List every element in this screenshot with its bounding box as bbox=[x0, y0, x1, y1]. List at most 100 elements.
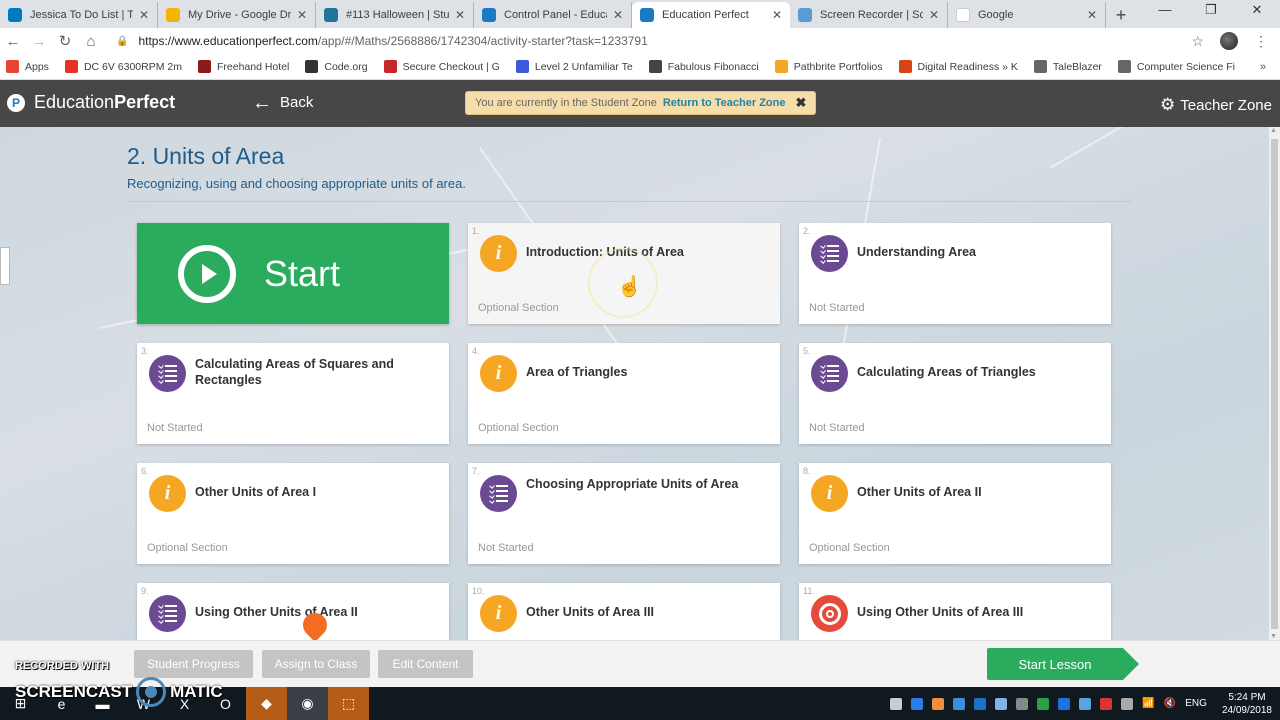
tray-icon[interactable] bbox=[1079, 697, 1092, 710]
volume-muted-icon[interactable]: 🔇 bbox=[1164, 698, 1176, 709]
bookmark-item[interactable]: Digital Readiness » K bbox=[898, 60, 1018, 73]
close-tab-icon[interactable]: ✕ bbox=[1087, 8, 1097, 22]
app-header: P Education Perfect ← Back You are curren… bbox=[0, 80, 1280, 127]
section-number: 11. bbox=[803, 586, 815, 596]
edit-content-button[interactable]: Edit Content bbox=[378, 650, 473, 678]
start-button[interactable]: Start bbox=[137, 223, 449, 324]
dropbox-icon[interactable] bbox=[953, 697, 966, 710]
section-card[interactable]: 4. i Area of Triangles Optional Section bbox=[468, 343, 780, 444]
chrome-icon[interactable]: ◉ bbox=[287, 687, 328, 720]
close-tab-icon[interactable]: ✕ bbox=[772, 8, 782, 22]
section-number: 5. bbox=[803, 346, 811, 356]
section-title: Other Units of Area I bbox=[195, 485, 317, 499]
reload-icon[interactable]: ↻ bbox=[52, 32, 78, 50]
section-number: 7. bbox=[472, 466, 480, 476]
minimize-button[interactable]: — bbox=[1142, 0, 1188, 22]
section-card[interactable]: 2. Understanding Area Not Started bbox=[799, 223, 1111, 324]
back-nav-icon[interactable]: ← bbox=[0, 33, 26, 50]
bookmark-label: Computer Science Fi bbox=[1136, 60, 1235, 73]
section-card[interactable]: 9. Using Other Units of Area II bbox=[137, 583, 449, 640]
system-clock[interactable]: 5:24 PM 24/09/2018 bbox=[1222, 691, 1272, 717]
checkout-icon bbox=[383, 60, 397, 73]
tab-title: Control Panel - Educat bbox=[504, 9, 607, 21]
start-lesson-button[interactable]: Start Lesson bbox=[987, 648, 1139, 680]
profile-avatar[interactable] bbox=[1220, 32, 1238, 50]
section-card[interactable]: 7. Choosing Appropriate Units of Area Not … bbox=[468, 463, 780, 564]
close-tab-icon[interactable]: ✕ bbox=[455, 8, 465, 22]
bluetooth-icon[interactable] bbox=[1058, 697, 1071, 710]
defender-icon[interactable] bbox=[1037, 697, 1050, 710]
browser-tab[interactable]: Screen Recorder | Scre ✕ bbox=[790, 2, 948, 28]
bookmark-star-icon[interactable]: ☆ bbox=[1191, 33, 1204, 50]
back-button[interactable]: ← Back bbox=[252, 93, 313, 113]
section-status: Not Started bbox=[147, 422, 203, 434]
scroll-down-icon[interactable]: ▼ bbox=[1270, 633, 1277, 640]
bookmark-item[interactable]: Secure Checkout | G bbox=[383, 60, 500, 73]
browser-tab[interactable]: Education Perfect ✕ bbox=[632, 2, 790, 28]
bookmark-item[interactable]: Pathbrite Portfolios bbox=[774, 60, 883, 73]
browser-tab[interactable]: Jessica To Do List | Trello ✕ bbox=[0, 2, 158, 28]
info-icon: i bbox=[480, 235, 517, 272]
close-tab-icon[interactable]: ✕ bbox=[929, 8, 939, 22]
teacher-zone-label: Teacher Zone bbox=[1180, 96, 1272, 114]
wifi-icon[interactable]: 📶 bbox=[1142, 698, 1154, 709]
close-tab-icon[interactable]: ✕ bbox=[139, 8, 149, 22]
bookmark-item[interactable]: Apps bbox=[6, 60, 49, 73]
student-zone-banner: You are currently in the Student Zone Re… bbox=[465, 91, 817, 115]
bookmark-item[interactable]: Code.org bbox=[305, 60, 368, 73]
info-icon: i bbox=[149, 475, 186, 512]
onedrive-icon[interactable] bbox=[995, 697, 1008, 710]
bookmark-label: Fabulous Fibonacci bbox=[667, 60, 759, 73]
app-green-icon[interactable]: ◆ bbox=[246, 687, 287, 720]
scroll-up-icon[interactable]: ▲ bbox=[1270, 127, 1277, 134]
side-panel-handle[interactable] bbox=[0, 247, 10, 285]
tray-icon[interactable] bbox=[911, 697, 924, 710]
section-card[interactable]: 6. i Other Units of Area I Optional Section bbox=[137, 463, 449, 564]
education-perfect-logo[interactable]: P Education Perfect bbox=[7, 92, 175, 113]
browser-tab[interactable]: Google ✕ bbox=[948, 2, 1106, 28]
section-card[interactable]: 5. Calculating Areas of Triangles Not Star… bbox=[799, 343, 1111, 444]
maximize-button[interactable]: ❐ bbox=[1188, 0, 1234, 22]
teacher-zone-button[interactable]: ⚙ Teacher Zone bbox=[1160, 95, 1272, 115]
bookmarks-more-icon[interactable]: » bbox=[1260, 61, 1266, 73]
browser-tab[interactable]: Control Panel - Educat ✕ bbox=[474, 2, 632, 28]
tray-icon[interactable] bbox=[890, 697, 903, 710]
bookmark-item[interactable]: TaleBlazer bbox=[1033, 60, 1102, 73]
bookmark-item[interactable]: Freehand Hotel bbox=[197, 60, 289, 73]
page-scrollbar[interactable]: ▲ ▼ bbox=[1269, 127, 1280, 640]
url-host: https://www.educationperfect.com bbox=[138, 34, 318, 48]
menu-kebab-icon[interactable]: ⋮ bbox=[1254, 33, 1268, 50]
section-card[interactable]: 3. Calculating Areas of Squares and Recta… bbox=[137, 343, 449, 444]
bookmark-item[interactable]: DC 6V 6300RPM 2m bbox=[64, 60, 182, 73]
assign-to-class-button[interactable]: Assign to Class bbox=[262, 650, 370, 678]
bookmark-item[interactable]: Fabulous Fibonacci bbox=[648, 60, 759, 73]
section-status: Optional Section bbox=[478, 422, 559, 434]
outlook-tray-icon[interactable] bbox=[974, 697, 987, 710]
tray-icon[interactable] bbox=[932, 697, 945, 710]
tray-icon[interactable] bbox=[1100, 697, 1113, 710]
close-banner-icon[interactable]: ✖ bbox=[795, 95, 806, 111]
return-to-teacher-zone-link[interactable]: Return to Teacher Zone bbox=[663, 97, 786, 109]
home-icon[interactable]: ⌂ bbox=[78, 33, 104, 50]
new-tab-button[interactable]: + bbox=[1106, 2, 1136, 28]
language-indicator[interactable]: ENG bbox=[1185, 698, 1207, 709]
close-window-button[interactable]: ✕ bbox=[1234, 0, 1280, 22]
section-status: Optional Section bbox=[809, 542, 890, 554]
close-tab-icon[interactable]: ✕ bbox=[297, 8, 307, 22]
pathbrite-icon bbox=[774, 60, 788, 73]
tray-icon[interactable] bbox=[1016, 697, 1029, 710]
forward-nav-icon[interactable]: → bbox=[26, 33, 52, 50]
url-input[interactable]: 🔒 https://www.educationperfect.com/app/#… bbox=[116, 34, 1191, 48]
browser-tab[interactable]: #113 Halloween | Stuff ✕ bbox=[316, 2, 474, 28]
bookmark-item[interactable]: Computer Science Fi bbox=[1117, 60, 1235, 73]
screencast-icon bbox=[798, 8, 812, 22]
bookmark-item[interactable]: Level 2 Unfamiliar Te bbox=[515, 60, 633, 73]
scrollbar-thumb[interactable] bbox=[1271, 139, 1278, 629]
section-card[interactable]: 11. Using Other Units of Area III bbox=[799, 583, 1111, 640]
browser-tab[interactable]: My Drive - Google Drive ✕ bbox=[158, 2, 316, 28]
close-tab-icon[interactable]: ✕ bbox=[613, 8, 623, 22]
section-card[interactable]: 8. i Other Units of Area II Optional Sectio… bbox=[799, 463, 1111, 564]
battery-icon[interactable] bbox=[1121, 697, 1134, 710]
snipping-icon[interactable]: ⬚ bbox=[328, 687, 369, 720]
section-card[interactable]: 10. i Other Units of Area III bbox=[468, 583, 780, 640]
